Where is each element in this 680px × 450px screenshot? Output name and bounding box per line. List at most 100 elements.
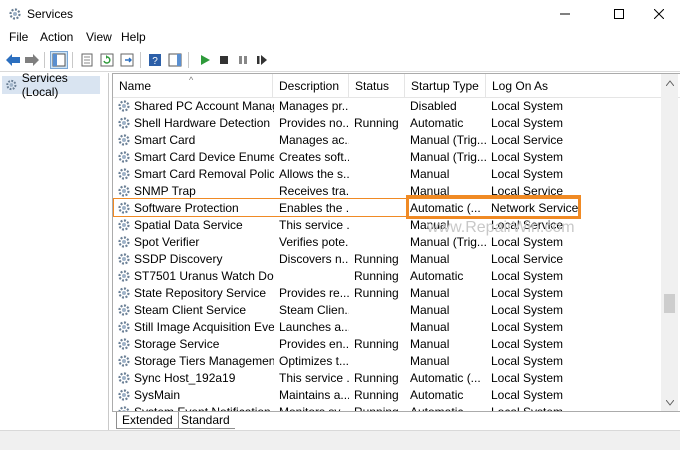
column-header-status[interactable]: Status: [349, 74, 405, 98]
cell-status: [354, 234, 406, 251]
table-row[interactable]: Steam Client Service Steam Clien... Manual…: [113, 302, 661, 319]
table-row[interactable]: Spatial Data Service This service ... Manu…: [113, 217, 661, 234]
cell-startup-type: Manual: [410, 167, 450, 181]
column-header-description[interactable]: Description: [273, 74, 349, 98]
cell-log-on-as: Local System: [491, 320, 564, 334]
service-gear-icon: [118, 253, 130, 265]
table-row[interactable]: Smart Card Removal Policy Allows the s...…: [113, 166, 661, 183]
service-gear-icon: [118, 100, 130, 112]
minimize-button[interactable]: [542, 0, 588, 28]
menu-action[interactable]: Action: [40, 30, 73, 44]
cell-description: Manages ac...: [279, 133, 349, 147]
tree-item-services-local[interactable]: Services (Local): [2, 71, 100, 99]
scroll-up-button[interactable]: [661, 74, 678, 91]
services-list: ^ Name Description Status Startup Type L…: [112, 73, 680, 411]
cell-description: Monitors sy...: [279, 404, 349, 411]
cell-startup-type: Manual: [410, 218, 450, 232]
help-icon: ?: [149, 54, 161, 67]
cell-description: [279, 268, 349, 285]
title-bar: Services: [0, 0, 680, 28]
cell-startup-type: Manual: [410, 184, 450, 198]
cell-status: [354, 217, 406, 234]
restart-service-button[interactable]: [253, 51, 271, 69]
cell-log-on-as: Local System: [491, 269, 564, 283]
table-row[interactable]: Shared PC Account Manager Manages pr... Di…: [113, 98, 661, 115]
cell-name: Software Protection: [134, 201, 239, 215]
forward-button[interactable]: [23, 51, 41, 69]
cell-name: Spatial Data Service: [134, 218, 243, 232]
export-list-button[interactable]: [118, 51, 136, 69]
table-row[interactable]: System Event Notification S... Monitors s…: [113, 404, 661, 411]
cell-description: Enables the ...: [279, 201, 349, 215]
table-row[interactable]: Software Protection Enables the ... Automa…: [113, 200, 661, 217]
table-row[interactable]: Still Image Acquisition Events Launches a…: [113, 319, 661, 336]
cell-log-on-as: Local System: [491, 404, 591, 411]
table-row[interactable]: Smart Card Device Enumera... Creates soft…: [113, 149, 661, 166]
table-row[interactable]: SNMP Trap Receives tra... Manual Local Serv…: [113, 183, 661, 200]
cell-description: Allows the s...: [279, 167, 349, 181]
column-header-log-on-as[interactable]: Log On As: [486, 74, 661, 98]
cell-status: [354, 132, 406, 149]
cell-status: [354, 200, 406, 217]
cell-log-on-as: Local System: [491, 286, 564, 300]
sort-ascending-icon: ^: [189, 75, 194, 85]
menu-file[interactable]: File: [9, 30, 28, 44]
cell-name: Shared PC Account Manager: [134, 99, 274, 113]
table-row[interactable]: Sync Host_192a19 This service ... Running A…: [113, 370, 661, 387]
toolbar: ?: [0, 48, 680, 72]
table-row[interactable]: ST7501 Uranus Watch Dog Running Automatic L…: [113, 268, 661, 285]
pause-service-button[interactable]: [234, 51, 252, 69]
scroll-thumb[interactable]: [664, 294, 675, 313]
cell-log-on-as: Local Service: [491, 184, 564, 198]
cell-description: Verifies pote...: [279, 235, 349, 249]
table-row[interactable]: Shell Hardware Detection Provides no... Ru…: [113, 115, 661, 132]
service-gear-icon: [118, 304, 130, 316]
cell-description: Launches a...: [279, 320, 349, 334]
view-tabs: Extended Standard: [112, 411, 680, 430]
show-action-pane-button[interactable]: [166, 51, 184, 69]
cell-name: Still Image Acquisition Events: [134, 320, 274, 334]
cell-status: [354, 149, 406, 166]
list-header: ^ Name Description Status Startup Type L…: [113, 74, 680, 98]
show-hide-console-tree-button[interactable]: [50, 51, 68, 69]
column-header-name[interactable]: ^ Name: [113, 74, 273, 98]
console-tree-icon: [52, 53, 66, 67]
scroll-down-button[interactable]: [661, 394, 678, 411]
back-arrow-icon: [6, 54, 20, 66]
cell-startup-type: Manual: [410, 303, 450, 317]
start-service-button[interactable]: [196, 51, 214, 69]
table-row[interactable]: Storage Tiers Management Optimizes t... Ma…: [113, 353, 661, 370]
table-row[interactable]: SSDP Discovery Discovers n... Running Manua…: [113, 251, 661, 268]
cell-log-on-as: Local System: [491, 337, 564, 351]
menu-help[interactable]: Help: [121, 30, 146, 44]
cell-log-on-as: Local System: [491, 150, 564, 164]
refresh-button[interactable]: [98, 51, 116, 69]
table-row[interactable]: Storage Service Provides en... Running Manu…: [113, 336, 661, 353]
cell-startup-type: Manual (Trig...: [410, 133, 487, 147]
vertical-scrollbar[interactable]: [661, 74, 678, 411]
close-button[interactable]: [636, 0, 680, 28]
action-pane-icon: [168, 53, 182, 67]
table-row[interactable]: Spot Verifier Verifies pote... Manual (Tri…: [113, 234, 661, 251]
menu-view[interactable]: View: [86, 30, 112, 44]
service-gear-icon: [118, 321, 130, 333]
tab-standard[interactable]: Standard: [176, 412, 235, 429]
cell-startup-type: Manual (Trig...: [410, 150, 487, 164]
stop-service-button[interactable]: [215, 51, 233, 69]
service-gear-icon: [118, 151, 130, 163]
cell-description: Steam Clien...: [279, 303, 349, 317]
help-button[interactable]: ?: [146, 51, 164, 69]
cell-log-on-as: Local System: [491, 303, 564, 317]
column-header-startup-type[interactable]: Startup Type: [405, 74, 486, 98]
table-row[interactable]: SysMain Maintains a... Running Automatic Loc…: [113, 387, 661, 404]
service-gear-icon: [118, 134, 130, 146]
back-button[interactable]: [4, 51, 22, 69]
console-tree: Services (Local): [0, 71, 109, 430]
properties-sheet-button[interactable]: [78, 51, 96, 69]
cell-startup-type: Automatic (...: [410, 201, 481, 215]
table-row[interactable]: State Repository Service Provides re... Ru…: [113, 285, 661, 302]
cell-status: [354, 353, 406, 370]
tab-extended[interactable]: Extended: [116, 412, 179, 429]
table-row[interactable]: Smart Card Manages ac... Manual (Trig... Lo…: [113, 132, 661, 149]
close-icon: [654, 9, 664, 19]
